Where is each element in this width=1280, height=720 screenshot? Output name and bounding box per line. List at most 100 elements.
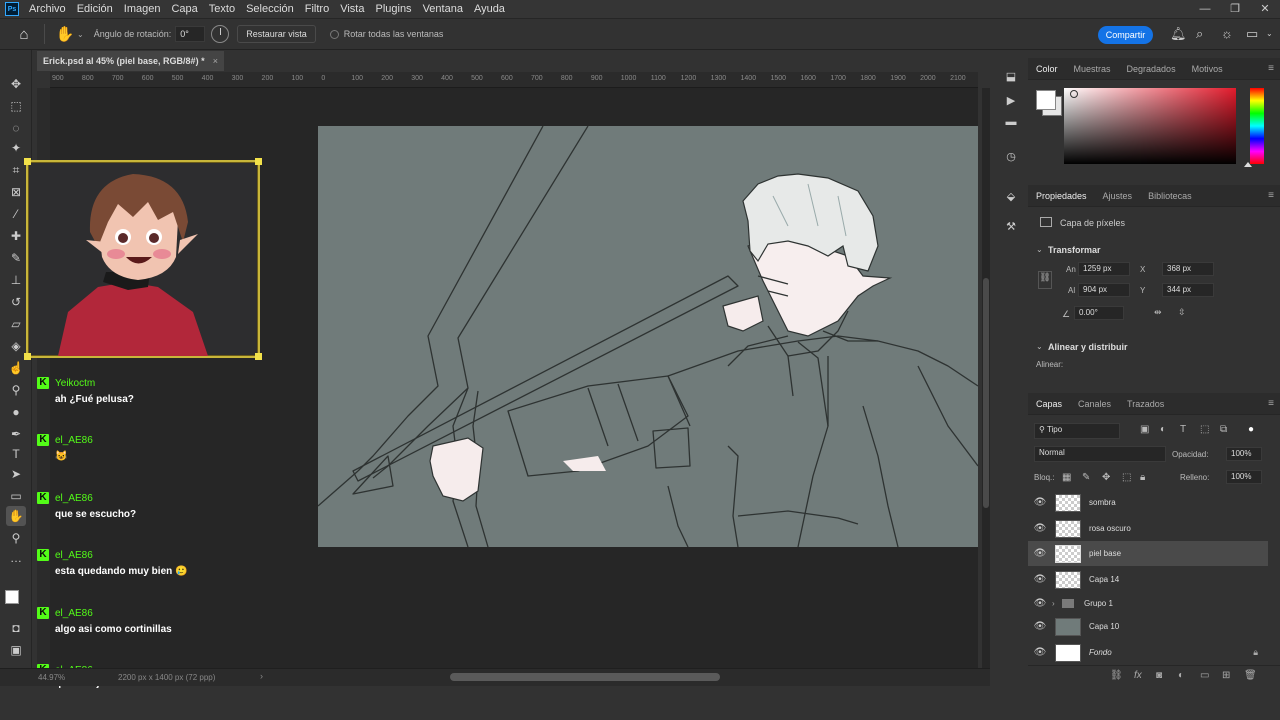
eraser-tool-icon[interactable]: ▱ [6,314,26,334]
eye-icon[interactable]: 👁︎ [1028,497,1052,508]
new-group-icon[interactable]: ▭ [1200,670,1209,681]
scrollbar-thumb[interactable] [983,278,989,508]
tab-paths[interactable]: Trazados [1119,399,1172,409]
foreground-color-swatch[interactable] [5,590,19,604]
dodge-tool-icon[interactable]: ⚲ [6,380,26,400]
rotate-view-tool-icon[interactable]: ✋ [53,25,77,43]
chevron-right-icon[interactable]: › [260,671,263,681]
lock-pixels-icon[interactable]: ✎ [1082,472,1090,483]
menu-filtro[interactable]: Filtro [301,3,336,15]
blend-mode-select[interactable]: Normal [1034,446,1166,462]
stamp-tool-icon[interactable]: ⊥ [6,270,26,290]
quick-mask-icon[interactable]: ◘ [6,618,26,638]
tool-presets-icon[interactable]: ⚒ [1003,220,1019,236]
layer-row[interactable]: 👁︎ Capa 10 [1028,614,1268,639]
reset-view-button[interactable]: Restaurar vista [237,25,316,43]
menu-plugins[interactable]: Plugins [371,3,418,15]
tab-color[interactable]: Color [1028,64,1066,74]
rotation-dial[interactable] [211,25,230,43]
rotation-angle-input[interactable]: 0° [175,26,206,42]
move-tool-icon[interactable]: ✥ [6,74,26,94]
eye-icon[interactable]: 👁︎ [1028,548,1052,559]
menu-imagen[interactable]: Imagen [120,3,168,15]
menu-edicion[interactable]: Edición [73,3,120,15]
search-icon[interactable]: ⌕ [1196,26,1203,42]
horizontal-scrollbar[interactable] [450,673,720,681]
menu-archivo[interactable]: Archivo [25,3,73,15]
panel-menu-icon[interactable]: ≡ [1268,190,1274,201]
tab-patterns[interactable]: Motivos [1184,64,1231,74]
filter-toggle-icon[interactable]: ● [1248,424,1254,435]
menu-vista[interactable]: Vista [336,3,371,15]
rotate-view-tool-icon[interactable]: ✋ [6,506,26,526]
restore-icon[interactable]: ❐ [1220,0,1250,19]
flip-horizontal-icon[interactable]: ⇹ [1154,307,1162,318]
pen-tool-icon[interactable]: ✒ [6,424,26,444]
tab-swatches[interactable]: Muestras [1066,64,1119,74]
filter-smart-object-icon[interactable]: ⧉ [1220,424,1227,435]
vertical-scrollbar[interactable] [982,88,990,668]
frame-tool-icon[interactable]: ⊠ [6,182,26,202]
tab-adjustments[interactable]: Ajustes [1095,191,1141,201]
lock-all-icon[interactable]: 🔒︎ [1140,472,1145,483]
lock-transparency-icon[interactable]: ▦ [1062,472,1071,483]
screen-mode-icon[interactable]: ▣ [6,640,26,660]
paint-bucket-tool-icon[interactable]: ◈ [6,336,26,356]
lock-artboard-icon[interactable]: ⬚ [1122,472,1131,483]
new-adjustment-icon[interactable]: ◐ [1178,670,1184,681]
menu-ayuda[interactable]: Ayuda [470,3,512,15]
type-tool-icon[interactable]: T [6,444,26,464]
comment-icon[interactable]: ▬ [1003,116,1019,132]
foreground-color-chip[interactable] [1036,90,1056,110]
flip-vertical-icon[interactable]: ⇳ [1178,307,1186,318]
fill-input[interactable]: 100% [1226,470,1262,484]
add-mask-icon[interactable]: ◙ [1156,670,1162,681]
eye-icon[interactable]: 👁︎ [1028,598,1052,609]
close-icon[interactable]: ✕ [1250,0,1280,19]
eye-icon[interactable]: 👁︎ [1028,647,1052,658]
width-input[interactable]: 1259 px [1078,262,1130,276]
saturation-value-picker[interactable] [1064,88,1236,164]
smudge-tool-icon[interactable]: ☝ [6,358,26,378]
menu-seleccion[interactable]: Selección [242,3,301,15]
path-selection-tool-icon[interactable]: ➤ [6,464,26,484]
fx-icon[interactable]: fx [1134,670,1142,681]
crop-tool-icon[interactable]: ⌗ [6,160,26,180]
marquee-tool-icon[interactable]: ⬚ [6,96,26,116]
layer-row[interactable]: 👁︎ rosa oscuro [1028,516,1268,541]
filter-type-icon[interactable]: T [1180,424,1186,435]
tab-properties[interactable]: Propiedades [1028,191,1095,201]
more-tools-icon[interactable]: … [6,548,26,568]
close-tab-icon[interactable]: × [213,51,218,71]
panel-menu-icon[interactable]: ≡ [1268,63,1274,74]
layer-row[interactable]: 👁︎ sombra [1028,490,1268,515]
layer-row-selected[interactable]: 👁︎ piel base [1028,541,1268,566]
new-layer-icon[interactable]: ⊞ [1222,670,1230,681]
adjustments-icon[interactable]: ⬓ [1003,70,1019,86]
link-icon[interactable]: ⛓ [1038,271,1052,289]
eye-icon[interactable]: 👁︎ [1028,523,1052,534]
burn-tool-icon[interactable]: ● [6,402,26,422]
angle-input[interactable]: 0.00° [1074,306,1124,320]
chevron-down-icon[interactable]: ⌄ [1036,342,1043,351]
brush-tool-icon[interactable]: ✎ [6,248,26,268]
sun-icon[interactable]: ☼ [1221,26,1233,41]
layer-row[interactable]: 👁︎ Capa 14 [1028,567,1268,592]
workspace-icon[interactable]: ▭ [1246,26,1258,42]
layer-filter-select[interactable]: ⚲ Tipo [1034,423,1120,439]
tab-channels[interactable]: Canales [1070,399,1119,409]
eyedropper-tool-icon[interactable]: ⁄ [6,204,26,224]
x-input[interactable]: 368 px [1162,262,1214,276]
zoom-status[interactable]: 44.97% [38,673,65,682]
y-input[interactable]: 344 px [1162,283,1214,297]
rectangle-tool-icon[interactable]: ▭ [6,486,26,506]
tab-layers[interactable]: Capas [1028,399,1070,409]
healing-brush-tool-icon[interactable]: ✚ [6,226,26,246]
panel-menu-icon[interactable]: ≡ [1268,398,1274,409]
menu-texto[interactable]: Texto [205,3,242,15]
hue-slider-handle[interactable] [1244,162,1252,167]
rotate-all-checkbox[interactable] [329,29,339,39]
eye-icon[interactable]: 👁︎ [1028,621,1052,632]
menu-ventana[interactable]: Ventana [419,3,470,15]
filter-pixel-icon[interactable]: ▣ [1140,424,1149,435]
